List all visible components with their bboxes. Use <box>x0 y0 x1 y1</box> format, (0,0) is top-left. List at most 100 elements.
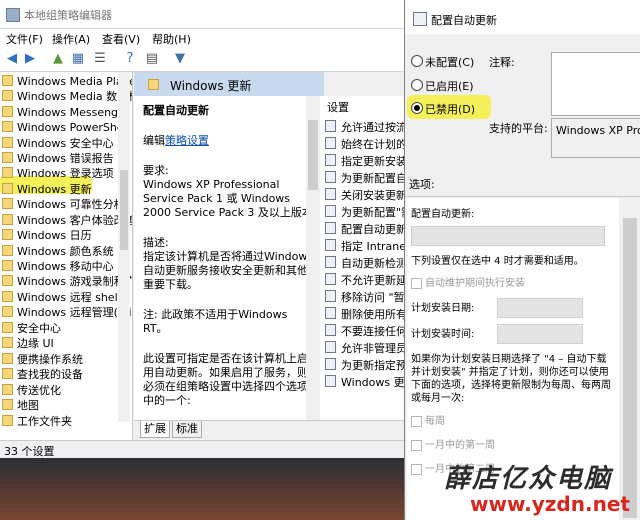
radio-disabled-label: 已禁用(D) <box>425 103 476 116</box>
comment-textarea[interactable] <box>551 52 640 116</box>
info-line: 或每月一次: <box>411 393 465 404</box>
tree-item[interactable]: Windows 日历 <box>2 228 92 243</box>
platform-field: Windows XP Professional <box>551 118 640 158</box>
menu-help[interactable]: 帮助(H) <box>152 31 191 47</box>
setting-item[interactable]: 允许非管理员 <box>325 341 404 356</box>
menu-action[interactable]: 操作(A) <box>52 31 90 47</box>
desc-line: 要求: <box>143 164 169 177</box>
setting-item[interactable]: 允许通过按流 <box>325 120 404 135</box>
tree-item[interactable]: 便携操作系统 <box>2 352 83 367</box>
setting-label: 为更新指定预 <box>341 359 404 372</box>
tree-item[interactable]: 传送优化 <box>2 383 61 398</box>
options-scroll-thumb[interactable] <box>623 218 637 518</box>
first-week-checkbox[interactable] <box>411 440 422 451</box>
setting-item[interactable]: 为更新指定预 <box>325 358 404 373</box>
help-icon[interactable]: ? <box>122 51 138 67</box>
tree-item[interactable]: Windows Media 数字权 <box>2 89 132 104</box>
weekly-checkbox[interactable] <box>411 416 422 427</box>
folder-icon <box>2 260 13 271</box>
radio-not-configured-label: 未配置(C) <box>425 56 475 69</box>
export-list-icon[interactable]: ☰ <box>92 51 108 67</box>
second-week-checkbox[interactable] <box>411 464 422 475</box>
tree-item[interactable]: 边缘 UI <box>2 336 54 351</box>
folder-icon <box>2 275 13 286</box>
settings-column-header[interactable]: 设置 <box>327 100 349 115</box>
back-arrow-icon[interactable]: ◀ <box>4 51 20 67</box>
policy-description-pane: 配置自动更新 编辑策略设置 要求: Windows XP Professiona… <box>134 96 324 420</box>
setting-label: 自动更新检测 <box>341 257 404 270</box>
dialog-title: 配置自动更新 <box>431 14 497 27</box>
desktop-background <box>0 458 404 520</box>
tree-item-label: 查找我的设备 <box>17 368 83 381</box>
tree-item[interactable]: 安全中心 <box>2 321 61 336</box>
tree-item[interactable]: Windows 可靠性分析 <box>2 197 125 212</box>
tree-item-label: Windows 远程 shell <box>17 291 121 304</box>
tree-item[interactable]: Windows 客户体验改善 <box>2 213 132 228</box>
tree-item-label: Windows 移动中心 <box>17 260 114 273</box>
tree-item[interactable]: Windows 游戏录制和广 <box>2 274 132 289</box>
setting-item[interactable]: 指定更新安装 <box>325 154 404 169</box>
tree-item[interactable]: 查找我的设备 <box>2 367 83 382</box>
auto-update-mode-dropdown[interactable] <box>411 226 605 246</box>
configure-auto-update-dialog: 配置自动更新 未配置(C) 已启用(E) 已禁用(D) 注释: 支持的平台: W… <box>404 0 640 520</box>
desc-line: 此设置可指定是否在该计算机上启 <box>143 352 308 365</box>
setting-item[interactable]: 为更新配置自 <box>325 171 404 186</box>
up-folder-icon[interactable]: ▲ <box>50 51 66 67</box>
properties-icon[interactable]: ▤ <box>144 51 160 67</box>
setting-item[interactable]: 不允许更新延 <box>325 273 404 288</box>
setting-label: 允许非管理员 <box>341 342 404 355</box>
first-week-checkbox-label: 一月中的第一周 <box>425 440 495 451</box>
folder-icon <box>2 306 13 317</box>
tree-item[interactable]: Windows 远程 shell <box>2 290 121 305</box>
radio-disabled[interactable] <box>411 102 423 114</box>
description-scroll-thumb[interactable] <box>308 120 318 190</box>
tree-item[interactable]: Windows PowerShell <box>2 120 130 135</box>
folder-icon <box>2 75 13 86</box>
maintenance-checkbox[interactable] <box>411 278 422 289</box>
auto-update-mode-label: 配置自动更新: <box>411 209 475 220</box>
menu-file[interactable]: 文件(F) <box>6 31 43 47</box>
setting-item[interactable]: 始终在计划的 <box>325 137 404 152</box>
setting-item[interactable]: 不要连接任何 <box>325 324 404 339</box>
settings-list: 设置 允许通过按流 始终在计划的 指定更新安装 为更新配置自 关闭安装更新 为更… <box>322 96 404 420</box>
setting-item[interactable]: 指定 Intranet <box>325 239 404 254</box>
setting-item[interactable]: 为更新配置"需 <box>325 205 404 220</box>
radio-enabled[interactable] <box>411 79 423 91</box>
radio-not-configured[interactable] <box>411 55 423 67</box>
tree-item[interactable]: Windows 移动中心 <box>2 259 114 274</box>
policy-icon <box>325 171 336 183</box>
policy-icon <box>325 358 336 370</box>
tree-item[interactable]: Windows Messenger <box>2 105 129 120</box>
edit-policy-link[interactable]: 策略设置 <box>165 134 209 147</box>
setting-item[interactable]: 关闭安装更新 <box>325 188 404 203</box>
policy-icon <box>325 188 336 200</box>
tree-item[interactable]: Windows 登录选项 <box>2 166 114 181</box>
schedule-day-dropdown[interactable] <box>497 298 583 318</box>
schedule-time-dropdown[interactable] <box>497 324 583 344</box>
setting-item[interactable]: 移除访问 "暂停 <box>325 290 404 305</box>
tree-scroll-thumb[interactable] <box>120 170 128 250</box>
show-tree-icon[interactable]: ▦ <box>70 51 86 67</box>
setting-label: 删除使用所有 <box>341 308 404 321</box>
tree-item[interactable]: Windows 安全中心 <box>2 136 114 151</box>
tab-standard[interactable]: 标准 <box>172 421 202 438</box>
tree-item[interactable]: Windows 远程管理(Wi <box>2 305 132 320</box>
filter-icon[interactable]: ▼ <box>172 51 188 67</box>
tree-item[interactable]: 地图 <box>2 398 39 413</box>
tree-item-windows-update[interactable]: Windows 更新 <box>2 182 92 197</box>
edit-policy-line: 编辑策略设置 <box>143 134 209 148</box>
setting-item[interactable]: Windows 更新 <box>325 375 404 390</box>
setting-item-configure-auto-update[interactable]: 配置自动更新 <box>325 222 404 237</box>
desc-line: 指定该计算机是否将通过Windows <box>143 250 314 263</box>
setting-item[interactable]: 删除使用所有 <box>325 307 404 322</box>
menu-view[interactable]: 查看(V) <box>102 31 140 47</box>
tree-item[interactable]: 工作文件夹 <box>2 414 72 429</box>
setting-label: 指定 Intranet <box>341 240 404 253</box>
tree-item[interactable]: Windows 错误报告 <box>2 151 114 166</box>
setting-item[interactable]: 自动更新检测 <box>325 256 404 271</box>
forward-arrow-icon[interactable]: ▶ <box>22 51 38 67</box>
tab-extended[interactable]: 扩展 <box>140 421 170 438</box>
tree-item[interactable]: Windows Media Playe <box>2 74 132 89</box>
tree-item[interactable]: Windows 颜色系统 <box>2 244 114 259</box>
group-policy-editor-window: 本地组策略编辑器 文件(F) 操作(A) 查看(V) 帮助(H) ◀ ▶ ▲ ▦… <box>0 0 405 459</box>
